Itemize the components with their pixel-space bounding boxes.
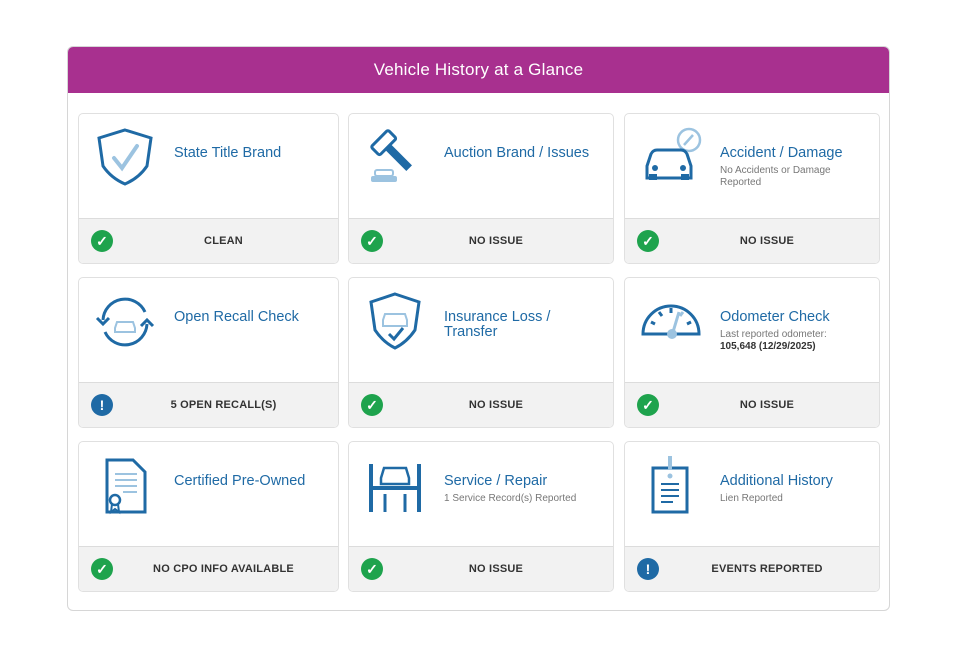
status-text: EVENTS REPORTED — [711, 563, 823, 575]
status-text: NO ISSUE — [468, 563, 524, 575]
status-text: NO ISSUE — [739, 399, 795, 411]
card-title: Accident / Damage — [720, 145, 843, 161]
card-status-bar: ✓ NO ISSUE — [349, 382, 613, 427]
status-text: NO CPO INFO AVAILABLE — [153, 563, 294, 575]
card-top: State Title Brand — [79, 114, 338, 219]
card-accident-damage[interactable]: Accident / Damage No Accidents or Damage… — [624, 113, 880, 264]
card-top: Accident / Damage No Accidents or Damage… — [625, 114, 879, 219]
certificate-icon — [93, 454, 157, 518]
card-subtitle: Lien Reported — [720, 493, 783, 504]
odometer-value: 105,648 (12/29/2025) — [720, 341, 816, 352]
check-circle-icon: ✓ — [361, 230, 383, 252]
card-text: Certified Pre-Owned — [174, 474, 328, 489]
recall-cycle-icon — [93, 290, 157, 354]
card-top: Service / Repair 1 Service Record(s) Rep… — [349, 442, 613, 547]
card-text: Additional History Lien Reported — [720, 474, 869, 505]
status-text: CLEAN — [204, 235, 243, 247]
shield-check-icon — [93, 126, 157, 190]
card-title: Odometer Check — [720, 309, 830, 325]
card-top: Odometer Check Last reported odometer: 1… — [625, 278, 879, 383]
history-grid: State Title Brand ✓ CLEAN Auction Brand … — [68, 47, 889, 610]
card-subtitle: 1 Service Record(s) Reported — [444, 493, 577, 504]
vehicle-history-panel: Vehicle History at a Glance State Title … — [67, 46, 890, 611]
card-status-bar: ! EVENTS REPORTED — [625, 546, 879, 591]
card-top: Auction Brand / Issues — [349, 114, 613, 219]
card-title: Insurance Loss / Transfer — [444, 309, 551, 340]
card-top: Insurance Loss / Transfer — [349, 278, 613, 383]
odometer-label: Last reported odometer: — [720, 329, 827, 340]
card-top: Certified Pre-Owned — [79, 442, 338, 547]
shield-car-icon — [363, 290, 427, 354]
card-service-repair[interactable]: Service / Repair 1 Service Record(s) Rep… — [348, 441, 614, 592]
card-status-bar: ✓ NO CPO INFO AVAILABLE — [79, 546, 338, 591]
alert-circle-icon: ! — [637, 558, 659, 580]
card-text: Open Recall Check — [174, 310, 328, 325]
document-alert-icon — [639, 454, 703, 518]
car-gauge-icon — [639, 126, 703, 190]
card-text: Auction Brand / Issues — [444, 146, 603, 161]
card-title: State Title Brand — [174, 145, 282, 161]
card-title: Additional History — [720, 473, 833, 489]
check-circle-icon: ✓ — [91, 230, 113, 252]
card-text: State Title Brand — [174, 146, 328, 161]
status-text: NO ISSUE — [468, 235, 524, 247]
card-subtitle: Last reported odometer: 105,648 (12/29/2… — [720, 329, 869, 353]
card-top: Additional History Lien Reported — [625, 442, 879, 547]
card-open-recall[interactable]: Open Recall Check ! 5 OPEN RECALL(S) — [78, 277, 339, 428]
card-text: Odometer Check Last reported odometer: 1… — [720, 310, 869, 353]
card-top: Open Recall Check — [79, 278, 338, 383]
status-text: NO ISSUE — [468, 399, 524, 411]
card-insurance-loss[interactable]: Insurance Loss / Transfer ✓ NO ISSUE — [348, 277, 614, 428]
card-title: Service / Repair — [444, 473, 548, 489]
status-text: NO ISSUE — [739, 235, 795, 247]
card-status-bar: ✓ NO ISSUE — [349, 546, 613, 591]
check-circle-icon: ✓ — [361, 394, 383, 416]
card-title: Auction Brand / Issues — [444, 145, 590, 161]
card-text: Service / Repair 1 Service Record(s) Rep… — [444, 474, 603, 505]
car-lift-icon — [363, 454, 427, 518]
card-state-title-brand[interactable]: State Title Brand ✓ CLEAN — [78, 113, 339, 264]
card-text: Insurance Loss / Transfer — [444, 310, 603, 340]
check-circle-icon: ✓ — [637, 394, 659, 416]
card-subtitle: No Accidents or Damage Reported — [720, 165, 831, 188]
card-title: Certified Pre-Owned — [174, 473, 306, 489]
check-circle-icon: ✓ — [637, 230, 659, 252]
gavel-icon — [363, 126, 427, 190]
card-additional-history[interactable]: Additional History Lien Reported ! EVENT… — [624, 441, 880, 592]
card-certified-pre-owned[interactable]: Certified Pre-Owned ✓ NO CPO INFO AVAILA… — [78, 441, 339, 592]
alert-circle-icon: ! — [91, 394, 113, 416]
card-status-bar: ✓ CLEAN — [79, 218, 338, 263]
card-title: Open Recall Check — [174, 309, 299, 325]
check-circle-icon: ✓ — [361, 558, 383, 580]
card-status-bar: ✓ NO ISSUE — [349, 218, 613, 263]
odometer-icon — [639, 290, 703, 354]
check-circle-icon: ✓ — [91, 558, 113, 580]
card-status-bar: ! 5 OPEN RECALL(S) — [79, 382, 338, 427]
card-status-bar: ✓ NO ISSUE — [625, 382, 879, 427]
card-status-bar: ✓ NO ISSUE — [625, 218, 879, 263]
card-auction-brand[interactable]: Auction Brand / Issues ✓ NO ISSUE — [348, 113, 614, 264]
card-odometer-check[interactable]: Odometer Check Last reported odometer: 1… — [624, 277, 880, 428]
status-text: 5 OPEN RECALL(S) — [170, 399, 277, 411]
card-text: Accident / Damage No Accidents or Damage… — [720, 146, 869, 189]
